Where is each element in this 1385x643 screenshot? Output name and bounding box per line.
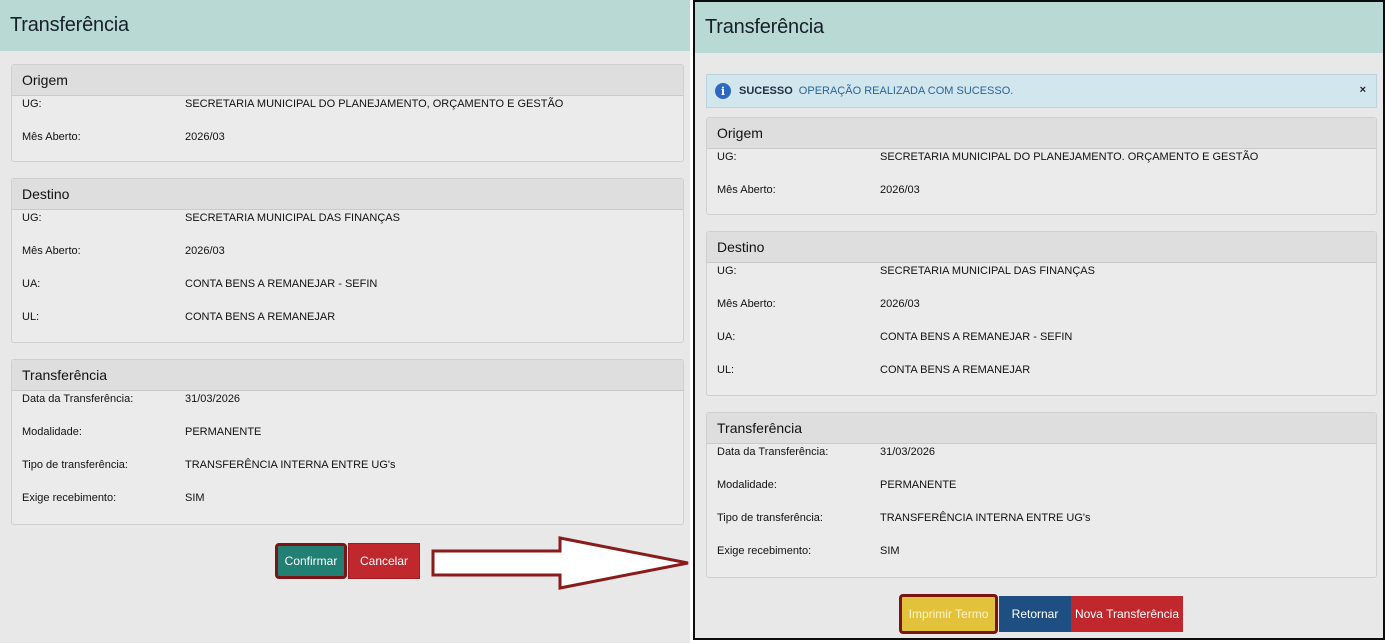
info-icon: i (715, 83, 731, 99)
field-label: Data da Transferência: (22, 393, 134, 405)
page-title-bar: Transferência (0, 0, 690, 51)
field-label: UG: (22, 212, 42, 224)
field-label: Mês Aberto: (22, 245, 81, 257)
field-row: Mês Aberto: 2026/03 (12, 243, 683, 276)
field-label: UL: (22, 311, 40, 323)
field-label: Tipo de transferência: (717, 512, 823, 524)
section-title: Transferência (22, 367, 108, 383)
back-button[interactable]: Retornar (999, 596, 1071, 632)
field-value: 2026/03 (880, 184, 920, 196)
origem-section: Origem UG: SECRETARIA MUNICIPAL DO PLANEJ… (706, 117, 1377, 215)
field-label: Data da Transferência: (717, 446, 829, 458)
field-row: Mês Aberto: 2026/03 (707, 296, 1376, 329)
field-value: CONTA BENS A REMANEJAR - SEFIN (185, 278, 378, 290)
field-value: PERMANENTE (880, 479, 957, 491)
field-row: UA: CONTA BENS A REMANEJAR - SEFIN (12, 276, 683, 309)
field-value: SIM (185, 492, 205, 504)
section-header: Origem (707, 118, 1376, 149)
field-row: Tipo de transferência: TRANSFERÊNCIA INTE… (707, 510, 1376, 543)
field-label: Mês Aberto: (22, 131, 81, 143)
section-title: Destino (22, 186, 70, 202)
page-title: Transferência (705, 16, 824, 38)
field-value: PERMANENTE (185, 426, 262, 438)
section-header: Destino (707, 232, 1376, 263)
field-label: UG: (717, 265, 737, 277)
field-value: SECRETARIA MUNICIPAL DO PLANEJAMENTO, OR… (185, 98, 564, 110)
field-row: UG: SECRETARIA MUNICIPAL DO PLANEJAMENTO,… (12, 96, 683, 129)
section-header: Transferência (12, 360, 683, 391)
field-value: SECRETARIA MUNICIPAL DAS FINANÇAS (880, 265, 1095, 277)
field-value: 2026/03 (185, 131, 225, 143)
page-title-bar: Transferência (695, 2, 1383, 53)
field-row: UG: SECRETARIA MUNICIPAL DO PLANEJAMENTO.… (707, 149, 1376, 182)
field-value: 31/03/2026 (880, 446, 936, 458)
field-row: Data da Transferência: 31/03/2026 (707, 444, 1376, 477)
success-alert: i SUCESSO OPERAÇÃO REALIZADA COM SUCESSO… (706, 74, 1377, 108)
field-row: Tipo de transferência: TRANSFERÊNCIA INTE… (12, 457, 683, 490)
field-row: Exige recebimento: SIM (12, 490, 683, 523)
field-row: Data da Transferência: 31/03/2026 (12, 391, 683, 424)
right-panel: Transferência i SUCESSO OPERAÇÃO REALIZA… (693, 0, 1385, 640)
field-value: TRANSFERÊNCIA INTERNA ENTRE UG's (185, 459, 396, 471)
field-label: Mês Aberto: (717, 184, 776, 196)
field-label: UG: (22, 98, 42, 110)
field-row: UL: CONTA BENS A REMANEJAR (707, 362, 1376, 395)
field-row: UG: SECRETARIA MUNICIPAL DAS FINANÇAS (707, 263, 1376, 296)
field-value: 31/03/2026 (185, 393, 241, 405)
field-label: Modalidade: (717, 479, 777, 491)
field-value: CONTA BENS A REMANEJAR (185, 311, 336, 323)
section-title: Transferência (717, 420, 803, 436)
field-row: Mês Aberto: 2026/03 (707, 182, 1376, 215)
field-value: 2026/03 (185, 245, 225, 257)
field-row: UL: CONTA BENS A REMANEJAR (12, 309, 683, 342)
destino-section: Destino UG: SECRETARIA MUNICIPAL DAS FINA… (11, 178, 684, 343)
field-value: SECRETARIA MUNICIPAL DO PLANEJAMENTO. OR… (880, 151, 1259, 163)
alert-title: SUCESSO (739, 85, 793, 97)
field-row: Modalidade: PERMANENTE (12, 424, 683, 457)
field-label: UA: (717, 331, 736, 343)
origem-section: Origem UG: SECRETARIA MUNICIPAL DO PLANEJ… (11, 64, 684, 162)
section-title: Destino (717, 239, 765, 255)
section-header: Destino (12, 179, 683, 210)
new-transfer-button[interactable]: Nova Transferência (1071, 596, 1183, 632)
annotation-arrow-icon (431, 536, 689, 590)
alert-message: OPERAÇÃO REALIZADA COM SUCESSO. (798, 85, 1014, 97)
field-label: UA: (22, 278, 41, 290)
field-value: CONTA BENS A REMANEJAR (880, 364, 1031, 376)
close-icon[interactable]: × (1360, 84, 1366, 96)
page-title: Transferência (10, 14, 129, 36)
section-header: Origem (12, 65, 683, 96)
field-label: Mês Aberto: (717, 298, 776, 310)
cancel-button[interactable]: Cancelar (348, 543, 420, 579)
field-label: Tipo de transferência: (22, 459, 128, 471)
field-label: UL: (717, 364, 735, 376)
transferencia-section: Transferência Data da Transferência: 31/0… (11, 359, 684, 525)
field-label: Exige recebimento: (717, 545, 812, 557)
section-header: Transferência (707, 413, 1376, 444)
destino-section: Destino UG: SECRETARIA MUNICIPAL DAS FINA… (706, 231, 1377, 396)
field-value: 2026/03 (880, 298, 920, 310)
field-value: SECRETARIA MUNICIPAL DAS FINANÇAS (185, 212, 400, 224)
print-term-button[interactable]: Imprimir Termo (899, 594, 998, 634)
field-row: Exige recebimento: SIM (707, 543, 1376, 576)
field-row: UG: SECRETARIA MUNICIPAL DAS FINANÇAS (12, 210, 683, 243)
field-label: UG: (717, 151, 737, 163)
section-title: Origem (22, 72, 68, 88)
field-value: SIM (880, 545, 900, 557)
transferencia-section: Transferência Data da Transferência: 31/0… (706, 412, 1377, 578)
field-value: TRANSFERÊNCIA INTERNA ENTRE UG's (880, 512, 1091, 524)
field-row: Mês Aberto: 2026/03 (12, 129, 683, 162)
field-row: UA: CONTA BENS A REMANEJAR - SEFIN (707, 329, 1376, 362)
field-row: Modalidade: PERMANENTE (707, 477, 1376, 510)
field-label: Modalidade: (22, 426, 82, 438)
section-title: Origem (717, 125, 763, 141)
confirm-button[interactable]: Confirmar (275, 543, 347, 579)
field-label: Exige recebimento: (22, 492, 117, 504)
field-value: CONTA BENS A REMANEJAR - SEFIN (880, 331, 1073, 343)
